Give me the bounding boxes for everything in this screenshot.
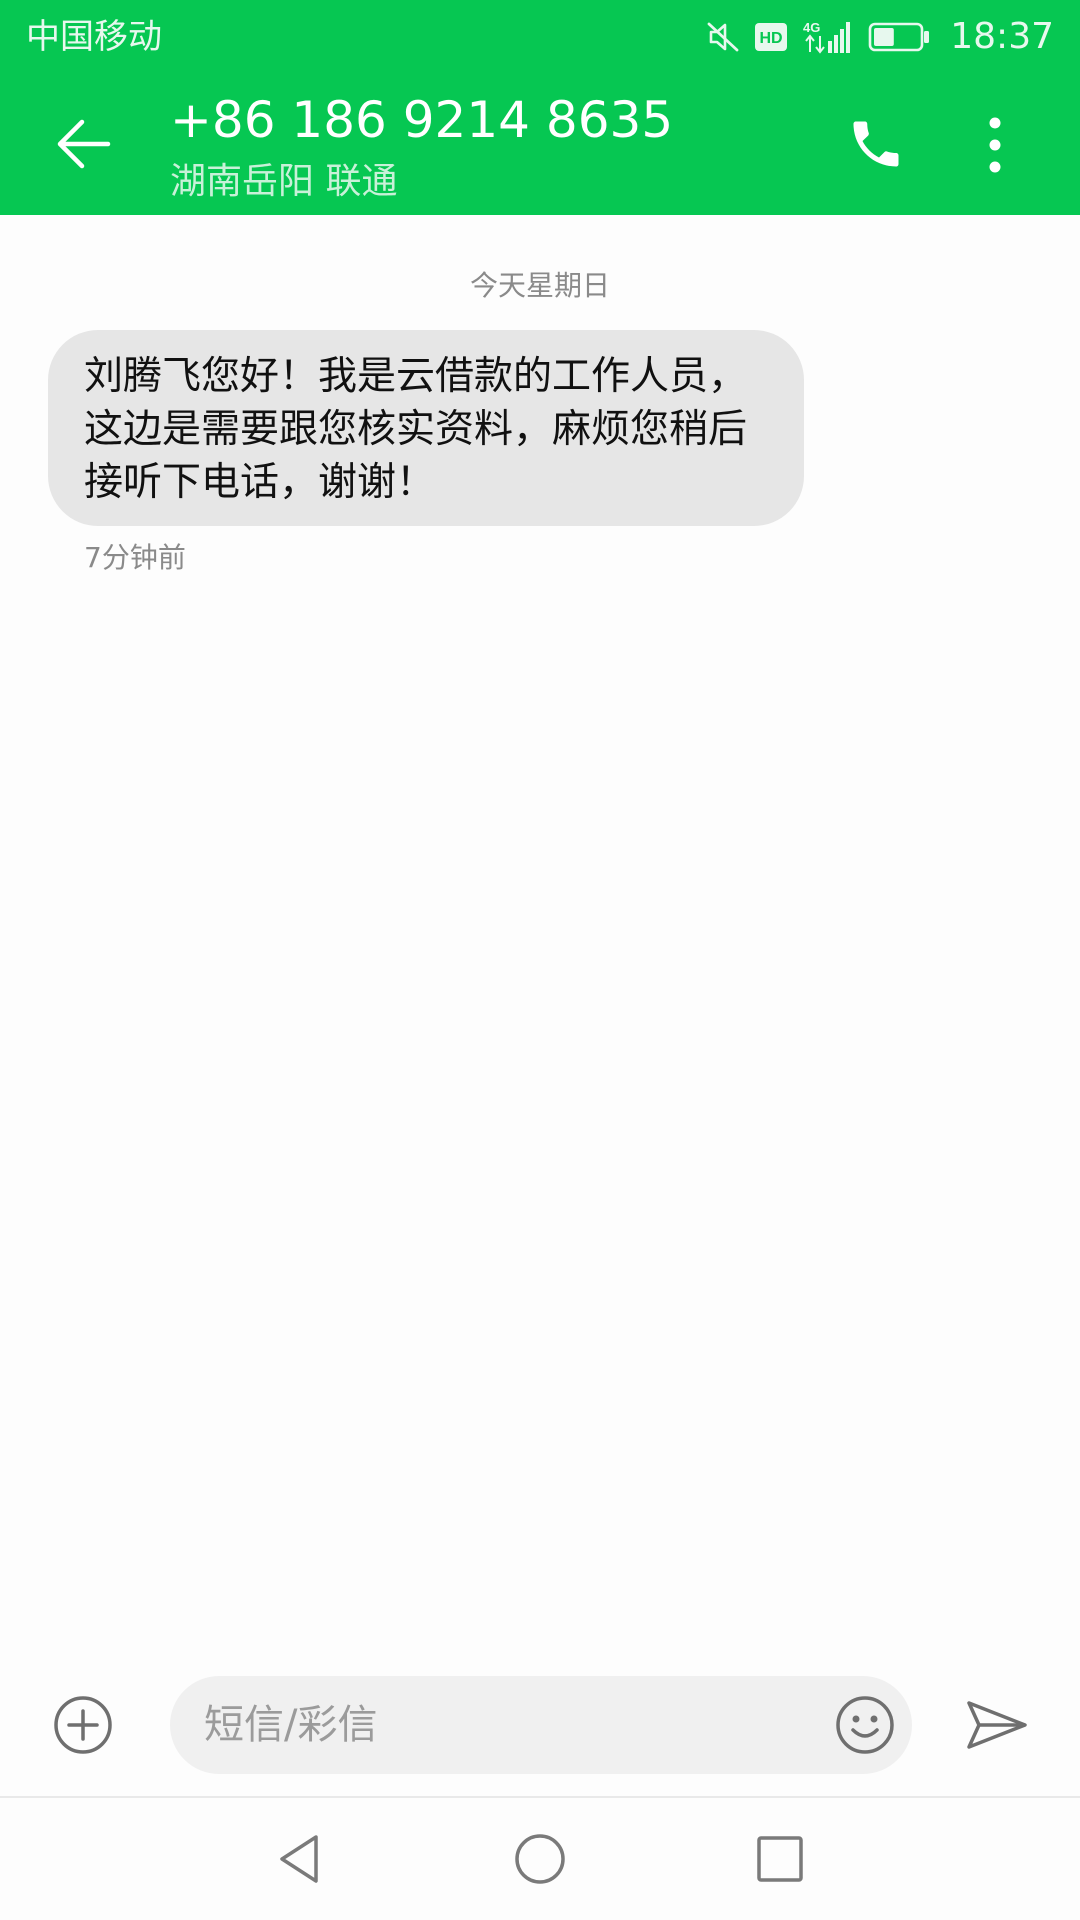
back-button[interactable] xyxy=(44,108,124,180)
app-header: 中国移动 HD 4G 18:37 +86 186 9214 8635 湖南岳阳 … xyxy=(0,0,1080,215)
compose-field-container xyxy=(170,1676,912,1774)
message-timestamp: 7分钟前 xyxy=(84,541,186,574)
nav-back-icon xyxy=(280,1835,318,1883)
nav-home-button[interactable] xyxy=(505,1824,575,1894)
network-type-text: 4G xyxy=(803,20,820,35)
system-nav-bar xyxy=(0,1798,1080,1920)
more-vertical-icon xyxy=(989,117,1001,173)
more-options-button[interactable] xyxy=(970,108,1020,182)
signal-icon: 4G xyxy=(802,19,854,55)
call-button[interactable] xyxy=(842,110,910,178)
message-input[interactable] xyxy=(204,1676,764,1774)
emoji-icon xyxy=(836,1696,894,1754)
contact-number: +86 186 9214 8635 xyxy=(170,91,674,149)
incoming-message-bubble[interactable]: 刘腾飞您好！我是云借款的工作人员，这边是需要跟您核实资料，麻烦您稍后接听下电话，… xyxy=(48,330,804,526)
hd-badge-text: HD xyxy=(760,30,783,47)
screen: 中国移动 HD 4G 18:37 +86 186 9214 8635 湖南岳阳 … xyxy=(0,0,1080,1920)
battery-icon xyxy=(868,22,930,52)
status-icons: HD 4G 18:37 xyxy=(706,12,1054,62)
send-icon xyxy=(967,1701,1027,1749)
phone-icon xyxy=(853,121,899,167)
date-separator: 今天星期日 xyxy=(469,269,610,302)
add-icon xyxy=(54,1696,112,1754)
nav-recents-button[interactable] xyxy=(745,1824,815,1894)
hd-icon: HD xyxy=(754,22,788,52)
add-attachment-button[interactable] xyxy=(50,1692,116,1758)
nav-back-button[interactable] xyxy=(264,1824,334,1894)
back-arrow-icon xyxy=(57,119,111,169)
send-button[interactable] xyxy=(962,1690,1032,1760)
mute-icon xyxy=(706,20,740,54)
contact-location: 湖南岳阳 联通 xyxy=(170,161,398,202)
nav-home-icon xyxy=(515,1834,565,1884)
status-time: 18:37 xyxy=(950,16,1054,57)
carrier-label: 中国移动 xyxy=(26,17,162,57)
nav-recents-icon xyxy=(757,1836,803,1882)
emoji-button[interactable] xyxy=(832,1692,898,1758)
battery-fill xyxy=(874,28,895,46)
